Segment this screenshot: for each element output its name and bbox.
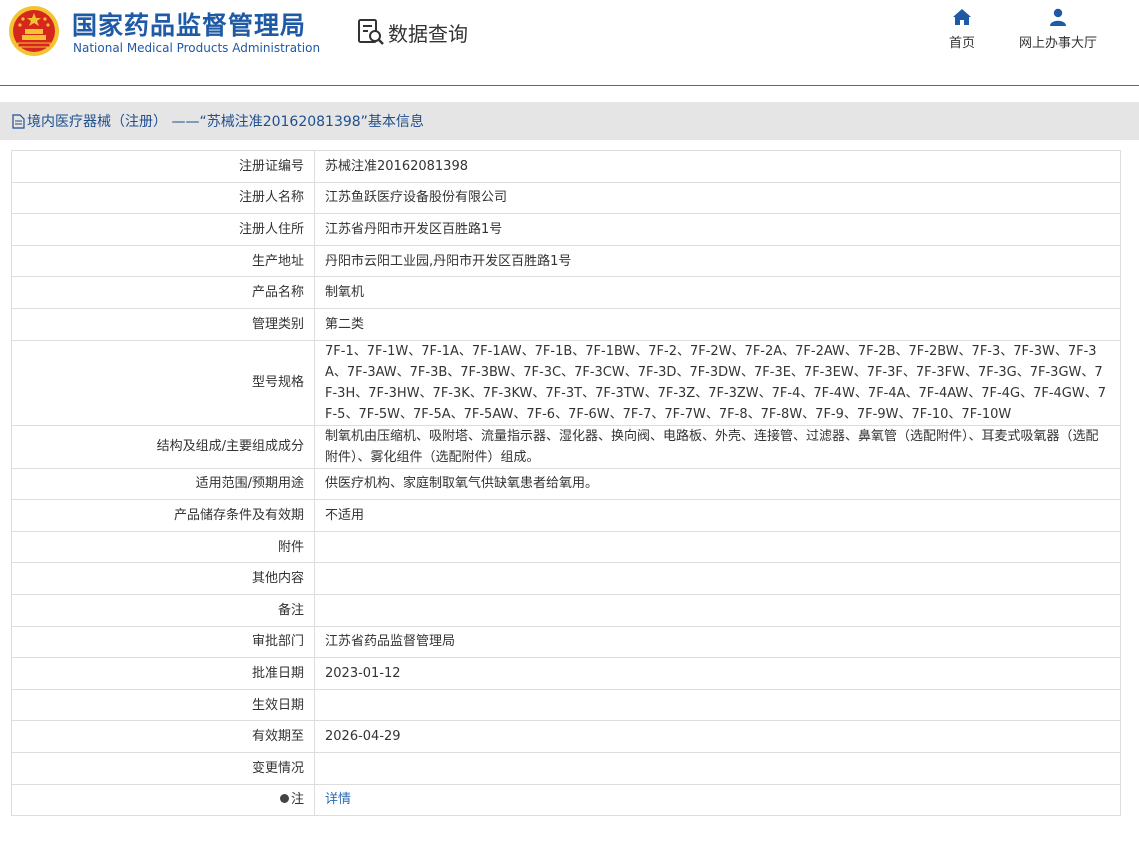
field-value: 江苏省丹阳市开发区百胜路1号 (314, 213, 1121, 246)
field-label: 注册人住所 (11, 213, 315, 246)
field-value: 2026-04-29 (314, 720, 1121, 753)
field-label: 其他内容 (11, 562, 315, 595)
field-value: 制氧机 (314, 276, 1121, 309)
table-row: 有效期至 2026-04-29 (11, 720, 1121, 753)
field-value: 丹阳市云阳工业园,丹阳市开发区百胜路1号 (314, 244, 1121, 278)
table-row: 生效日期 (11, 688, 1121, 722)
record-title: 境内医疗器械（注册） ——“苏械注准20162081398”基本信息 (27, 114, 424, 130)
nav-home-label: 首页 (948, 36, 975, 51)
field-value: 不适用 (314, 499, 1121, 532)
table-row: 变更情况 (11, 751, 1121, 785)
field-value: 供医疗机构、家庭制取氧气供缺氧患者给氧用。 (314, 467, 1121, 501)
site-header: 国家药品监督管理局 National Medical Products Admi… (0, 0, 1139, 86)
nav-online-service-hall-label: 网上办事大厅 (1018, 36, 1097, 51)
table-row: 审批部门 江苏省药品监督管理局 (11, 625, 1121, 659)
field-label: 批准日期 (11, 657, 315, 690)
table-row: 结构及组成/主要组成成分 制氧机由压缩机、吸附塔、流量指示器、湿化器、换向阀、电路… (11, 424, 1121, 469)
field-value (314, 530, 1121, 564)
table-row: 生产地址 丹阳市云阳工业园,丹阳市开发区百胜路1号 (11, 244, 1121, 278)
site-subtitle: National Medical Products Administration (73, 41, 321, 55)
field-label: 审批部门 (11, 625, 315, 659)
data-query-label: 数据查询 (388, 21, 468, 46)
field-value: 江苏省药品监督管理局 (314, 625, 1121, 659)
national-emblem-icon (9, 6, 59, 56)
field-label: 生效日期 (11, 688, 315, 722)
field-value: 7F-1、7F-1W、7F-1A、7F-1AW、7F-1B、7F-1BW、7F-… (314, 339, 1121, 426)
document-icon (12, 113, 25, 129)
table-row: 注 详情 (11, 783, 1121, 817)
field-label: 备注 (11, 593, 315, 627)
table-row: 备注 (11, 593, 1121, 627)
record-title-bar: 境内医疗器械（注册） ——“苏械注准20162081398”基本信息 (0, 102, 1139, 140)
table-row: 产品名称 制氧机 (11, 276, 1121, 309)
field-label: 管理类别 (11, 307, 315, 341)
field-value-note: 详情 (314, 783, 1121, 817)
note-dot-icon (279, 794, 289, 804)
table-row: 注册证编号 苏械注准20162081398 (11, 150, 1121, 183)
field-label: 型号规格 (11, 339, 315, 426)
field-value (314, 688, 1121, 722)
registration-info-table: 注册证编号 苏械注准20162081398 注册人名称 江苏鱼跃医疗设备股份有限公司注… (11, 150, 1121, 817)
table-row: 注册人名称 江苏鱼跃医疗设备股份有限公司 (11, 181, 1121, 215)
field-value: 制氧机由压缩机、吸附塔、流量指示器、湿化器、换向阀、电路板、外壳、连接管、过滤器… (314, 424, 1121, 469)
table-row: 产品储存条件及有效期 不适用 (11, 499, 1121, 532)
details-link[interactable]: 详情 (325, 792, 351, 807)
field-label-note: 注 (11, 783, 315, 817)
field-value (314, 751, 1121, 785)
table-row: 适用范围/预期用途 供医疗机构、家庭制取氧气供缺氧患者给氧用。 (11, 467, 1121, 501)
field-value: 苏械注准20162081398 (314, 150, 1121, 183)
field-value: 江苏鱼跃医疗设备股份有限公司 (314, 181, 1121, 215)
nav-home[interactable]: 首页 (942, 8, 982, 51)
nav-online-service-hall[interactable]: 网上办事大厅 (1012, 8, 1104, 51)
table-row: 型号规格 7F-1、7F-1W、7F-1A、7F-1AW、7F-1B、7F-1BW… (11, 339, 1121, 426)
field-label: 注册证编号 (11, 150, 315, 183)
field-label: 适用范围/预期用途 (11, 467, 315, 501)
field-label: 变更情况 (11, 751, 315, 785)
field-label: 产品储存条件及有效期 (11, 499, 315, 532)
table-row: 附件 (11, 530, 1121, 564)
home-icon (953, 9, 971, 25)
field-value (314, 593, 1121, 627)
table-row: 注册人住所 江苏省丹阳市开发区百胜路1号 (11, 213, 1121, 246)
field-label: 附件 (11, 530, 315, 564)
table-row: 批准日期 2023-01-12 (11, 657, 1121, 690)
field-label: 生产地址 (11, 244, 315, 278)
field-value: 第二类 (314, 307, 1121, 341)
user-icon (1050, 8, 1066, 26)
table-row: 其他内容 (11, 562, 1121, 595)
search-document-icon (358, 19, 384, 45)
field-label: 注册人名称 (11, 181, 315, 215)
data-query-title: 数据查询 (356, 16, 468, 48)
field-value: 2023-01-12 (314, 657, 1121, 690)
site-title: 国家药品监督管理局 (72, 11, 307, 40)
note-label: 注 (290, 792, 304, 808)
field-label: 结构及组成/主要组成成分 (11, 424, 315, 469)
field-label: 产品名称 (11, 276, 315, 309)
field-value (314, 562, 1121, 595)
table-row: 管理类别 第二类 (11, 307, 1121, 341)
field-label: 有效期至 (11, 720, 315, 753)
